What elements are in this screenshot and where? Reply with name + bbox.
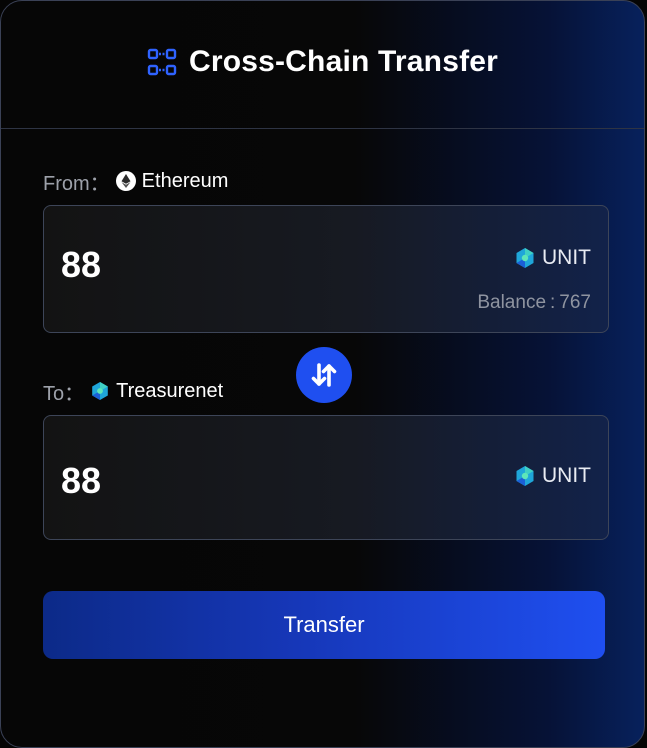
treasurenet-icon (92, 382, 108, 400)
from-label: From： (43, 172, 110, 195)
to-token-selector[interactable]: UNIT (514, 464, 591, 488)
panel-header: Cross-Chain Transfer (1, 1, 644, 129)
from-chain-name[interactable]: Ethereum (142, 170, 229, 193)
unit-token-icon (516, 248, 534, 268)
title-group: Cross-Chain Transfer (1, 45, 644, 79)
page-title: Cross-Chain Transfer (188, 45, 499, 78)
from-amount-field[interactable]: 88 UNIT Balance:767 (43, 205, 609, 333)
transfer-button[interactable]: Transfer (43, 591, 605, 659)
from-token-selector[interactable]: UNIT (514, 246, 591, 270)
from-amount-value[interactable]: 88 (61, 244, 101, 286)
to-amount-value: 88 (61, 460, 102, 501)
bridge-transfer-icon (147, 48, 177, 76)
swap-arrows-icon (311, 363, 337, 387)
balance-separator: : (550, 292, 556, 313)
unit-token-icon (516, 466, 534, 486)
from-balance: Balance:767 (477, 292, 591, 314)
ethereum-icon (115, 171, 136, 191)
from-unit-label: UNIT (542, 246, 591, 269)
balance-value: 767 (559, 292, 591, 313)
to-chain-name[interactable]: Treasurenet (116, 380, 223, 403)
cross-chain-transfer-panel: Cross-Chain Transfer From： Ethereum 88 U… (0, 0, 645, 748)
to-chain-row: To： Treasurenet (43, 379, 223, 405)
balance-label: Balance (477, 292, 547, 313)
swap-direction-button[interactable] (296, 347, 352, 403)
to-unit-label: UNIT (542, 464, 591, 487)
to-amount-field[interactable]: 88 UNIT (43, 415, 609, 540)
to-label: To： (43, 382, 85, 405)
from-chain-row: From： Ethereum (43, 169, 229, 195)
